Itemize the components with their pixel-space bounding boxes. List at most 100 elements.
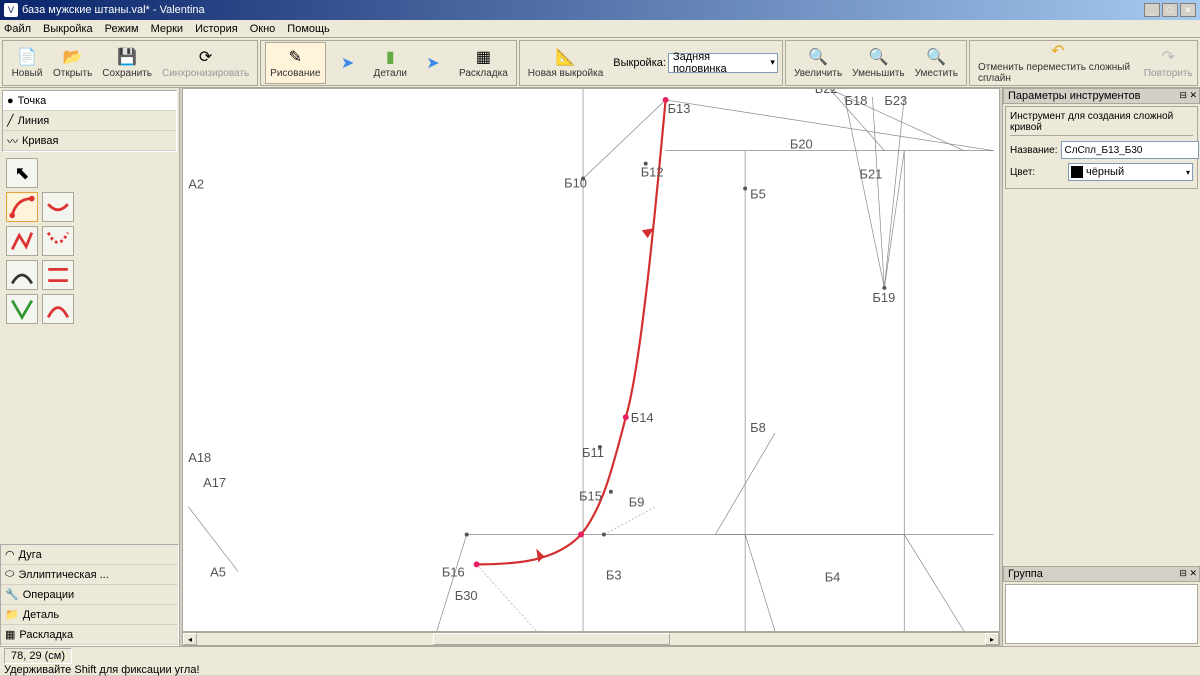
name-input[interactable] xyxy=(1061,141,1199,159)
menu-mode[interactable]: Режим xyxy=(105,23,139,35)
tool-intersect[interactable] xyxy=(6,294,38,324)
group-close-icon[interactable]: ⊟ ✕ xyxy=(1179,568,1197,579)
new-pattern-button[interactable]: 📐Новая выкройка xyxy=(524,42,607,84)
cat-line[interactable]: ╱Линия xyxy=(3,111,176,131)
scroll-right-button[interactable]: ▸ xyxy=(985,633,999,645)
maximize-button[interactable]: □ xyxy=(1162,3,1178,17)
bottom-categories: ◠Дуга ⬭Эллиптическая ... 🔧Операции 📁Дета… xyxy=(0,544,179,646)
color-select[interactable]: чёрный▾ xyxy=(1068,163,1193,181)
tool-palette: ⬉ xyxy=(6,158,173,324)
tool-path2[interactable] xyxy=(42,226,74,256)
details-icon: ▮ xyxy=(380,47,400,67)
menu-pattern[interactable]: Выкройка xyxy=(43,23,93,35)
zoom-fit-button[interactable]: 🔍Уместить xyxy=(911,42,962,84)
scroll-left-button[interactable]: ◂ xyxy=(183,633,197,645)
svg-text:Б9: Б9 xyxy=(629,495,645,510)
line-icon: ╱ xyxy=(7,114,14,127)
folder-icon: 📁 xyxy=(5,608,19,621)
tool-curve2[interactable] xyxy=(42,192,74,222)
menu-window[interactable]: Окно xyxy=(250,23,276,35)
scroll-thumb[interactable] xyxy=(433,633,669,645)
group-list[interactable] xyxy=(1005,584,1198,644)
arrow-icon-2: ➤ xyxy=(413,42,453,84)
svg-text:Б19: Б19 xyxy=(872,290,895,305)
pattern-label: Выкройка: xyxy=(613,57,666,69)
cat-arc[interactable]: ◠Дуга xyxy=(1,545,178,565)
arrow-icon: ➤ xyxy=(328,42,368,84)
cat-detail[interactable]: 📁Деталь xyxy=(1,605,178,625)
save-button[interactable]: 💾Сохранить xyxy=(98,42,156,84)
svg-text:Б16: Б16 xyxy=(442,564,465,579)
left-panel: ●Точка ╱Линия 〰Кривая ⬉ ◠Дуга ⬭Эллиптиче… xyxy=(0,88,180,646)
svg-text:Б4: Б4 xyxy=(825,569,841,584)
save-icon: 💾 xyxy=(117,47,137,67)
zoom-in-button[interactable]: 🔍Увеличить xyxy=(790,42,846,84)
cat-layout2[interactable]: ▦Раскладка xyxy=(1,625,178,645)
svg-text:Б11: Б11 xyxy=(582,445,604,460)
svg-text:Б18: Б18 xyxy=(845,93,868,108)
svg-text:А17: А17 xyxy=(203,475,226,490)
zoom-out-button[interactable]: 🔍Уменьшить xyxy=(848,42,908,84)
svg-text:Б22: Б22 xyxy=(815,89,838,96)
tool-pointer[interactable]: ⬉ xyxy=(6,158,38,188)
svg-text:Б10: Б10 xyxy=(564,175,587,190)
window-title: база мужские штаны.val* - Valentina xyxy=(22,4,205,16)
new-icon: 📄 xyxy=(17,47,37,67)
cat-curve[interactable]: 〰Кривая xyxy=(3,131,176,151)
details-mode-button[interactable]: ▮Детали xyxy=(370,42,411,84)
tool-spline[interactable] xyxy=(6,192,38,222)
main-toolbar: 📄Новый 📂Открыть 💾Сохранить ⟳Синхронизиро… xyxy=(0,38,1200,88)
new-pattern-icon: 📐 xyxy=(556,47,576,67)
svg-text:А18: А18 xyxy=(188,450,211,465)
svg-text:Б13: Б13 xyxy=(668,101,691,116)
pattern-select[interactable]: Задняя половинка xyxy=(668,53,778,73)
draw-mode-button[interactable]: ✎Рисование xyxy=(265,42,325,84)
tool-title: Инструмент для создания сложной кривой xyxy=(1010,111,1193,136)
pencil-icon: ✎ xyxy=(285,47,305,67)
undo-button[interactable]: ↶Отменить переместить сложный сплайн xyxy=(974,42,1142,84)
menu-history[interactable]: История xyxy=(195,23,238,35)
svg-text:Б15: Б15 xyxy=(579,489,602,504)
svg-text:Б12: Б12 xyxy=(641,165,664,180)
app-icon: V xyxy=(4,3,18,17)
color-label: Цвет: xyxy=(1010,167,1064,178)
cat-point[interactable]: ●Точка xyxy=(3,91,176,111)
layout-mode-button[interactable]: ▦Раскладка xyxy=(455,42,512,84)
svg-text:Б8: Б8 xyxy=(750,420,766,435)
cat-operations[interactable]: 🔧Операции xyxy=(1,585,178,605)
status-coords: 78, 29 (см) xyxy=(4,648,72,664)
new-button[interactable]: 📄Новый xyxy=(7,42,47,84)
zoom-in-icon: 🔍 xyxy=(808,47,828,67)
svg-text:Б23: Б23 xyxy=(884,93,907,108)
svg-text:Б3: Б3 xyxy=(606,567,622,582)
params-header: Параметры инструментов⊟ ✕ xyxy=(1003,88,1200,104)
redo-icon: ↷ xyxy=(1158,47,1178,67)
tool-cut[interactable] xyxy=(6,260,38,290)
status-hint: Удерживайте Shift для фиксации угла! xyxy=(4,664,200,676)
tool-intersect2[interactable] xyxy=(42,294,74,324)
tool-path[interactable] xyxy=(6,226,38,256)
svg-text:Б20: Б20 xyxy=(790,137,813,152)
redo-button[interactable]: ↷Повторить xyxy=(1144,42,1193,84)
horizontal-scrollbar[interactable]: ◂ ▸ xyxy=(182,632,1000,646)
tool-cut2[interactable] xyxy=(42,260,74,290)
wrench-icon: 🔧 xyxy=(5,588,19,601)
open-button[interactable]: 📂Открыть xyxy=(49,42,96,84)
drawing-canvas[interactable]: Б13 Б10 Б12 Б22 Б18 Б23 Б20 Б21 Б5 Б19 Б… xyxy=(182,88,1000,632)
sync-icon: ⟳ xyxy=(196,47,216,67)
ellipse-icon: ⬭ xyxy=(5,568,14,581)
menu-bar: Файл Выкройка Режим Мерки История Окно П… xyxy=(0,20,1200,38)
right-panel: Параметры инструментов⊟ ✕ Инструмент для… xyxy=(1002,88,1200,646)
menu-measurements[interactable]: Мерки xyxy=(151,23,183,35)
layout-icon-2: ▦ xyxy=(5,628,15,641)
dot-icon: ● xyxy=(7,95,14,107)
minimize-button[interactable]: _ xyxy=(1144,3,1160,17)
menu-help[interactable]: Помощь xyxy=(287,23,330,35)
zoom-out-icon: 🔍 xyxy=(868,47,888,67)
sync-button[interactable]: ⟳Синхронизировать xyxy=(158,42,253,84)
close-button[interactable]: ✕ xyxy=(1180,3,1196,17)
cat-ellipse[interactable]: ⬭Эллиптическая ... xyxy=(1,565,178,585)
curve-icon: 〰 xyxy=(7,133,18,149)
panel-close-icon[interactable]: ⊟ ✕ xyxy=(1179,90,1197,101)
menu-file[interactable]: Файл xyxy=(4,23,31,35)
